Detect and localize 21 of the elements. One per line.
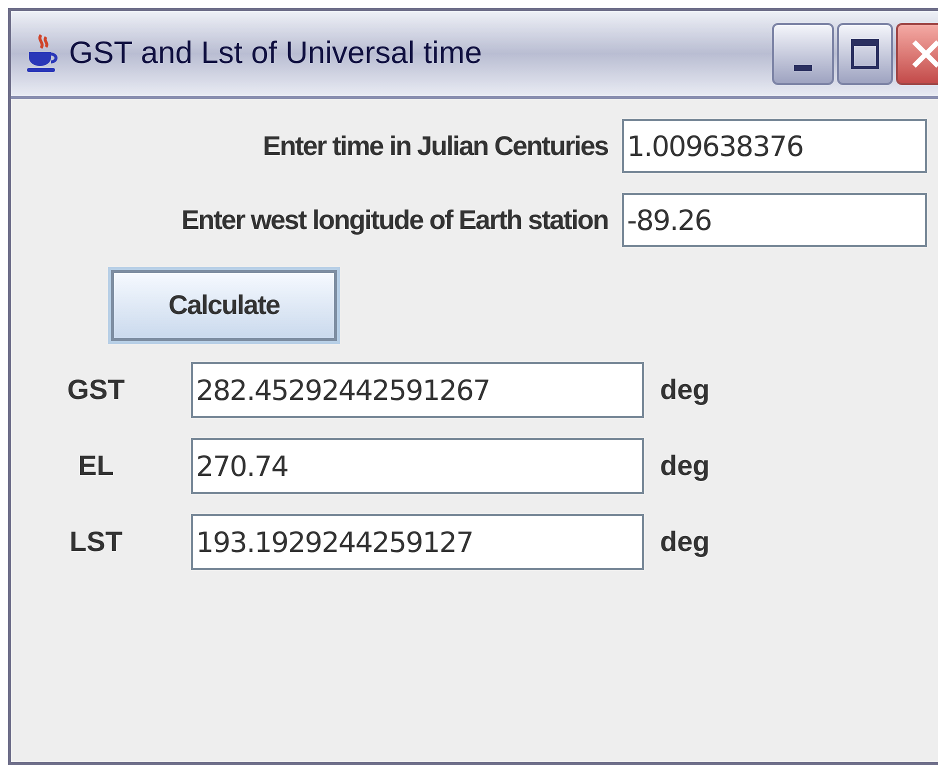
window-title: GST and Lst of Universal time	[69, 34, 483, 72]
result-label: EL	[77, 449, 115, 483]
field-label: Enter time in Julian Centuries	[262, 130, 608, 163]
result-field[interactable]: 193.1929244259127	[191, 514, 644, 570]
unit-label: deg	[660, 525, 710, 559]
unit-label: deg	[660, 449, 710, 483]
result-label: GST	[66, 373, 126, 407]
field-label: Enter west longitude of Earth station	[181, 204, 608, 237]
minimize-button[interactable]	[772, 22, 834, 84]
result-field[interactable]: 270.74	[191, 438, 644, 494]
input-field[interactable]: -89.26	[622, 193, 927, 247]
maximize-icon	[851, 38, 879, 68]
result-label: LST	[68, 525, 124, 559]
minimize-icon	[794, 64, 812, 70]
input-field[interactable]: 1.009638376	[622, 119, 927, 173]
calculate-button[interactable]: Calculate	[108, 267, 340, 344]
maximize-button[interactable]	[837, 22, 893, 84]
close-icon	[910, 38, 938, 70]
result-field[interactable]: 282.45292442591267	[191, 362, 644, 418]
unit-label: deg	[660, 373, 710, 407]
close-button[interactable]	[896, 22, 938, 84]
